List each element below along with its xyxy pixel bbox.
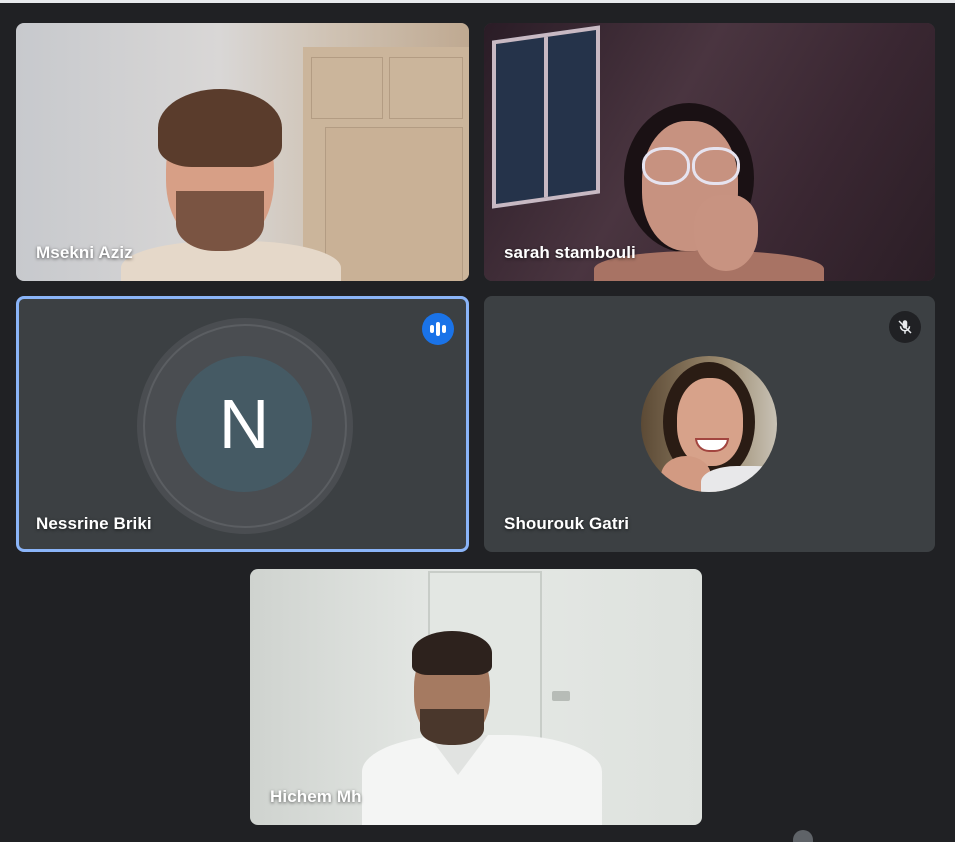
overflow-control[interactable]	[793, 830, 813, 842]
background-wardrobe	[303, 47, 469, 281]
mic-off-icon	[889, 311, 921, 343]
participant-name: Shourouk Gatri	[504, 514, 630, 533]
participant-tile-shourouk-gatri[interactable]: Shourouk Gatri	[484, 296, 935, 552]
profile-photo	[641, 356, 777, 492]
avatar: N	[176, 356, 312, 492]
participant-name: Hichem Mh	[270, 787, 362, 806]
background-window	[492, 25, 600, 209]
participant-name: sarah stambouli	[504, 243, 636, 262]
participant-tile-hichem-mh[interactable]: Hichem Mh	[250, 569, 702, 825]
window-top-edge	[0, 0, 955, 3]
participant-name: Nessrine Briki	[36, 514, 152, 533]
participant-tile-sarah-stambouli[interactable]: sarah stambouli	[484, 23, 935, 281]
participant-tile-msekni-aziz[interactable]: Msekni Aziz	[16, 23, 469, 281]
audio-level-icon	[422, 313, 454, 345]
participant-tile-nessrine-briki[interactable]: N Nessrine Briki	[16, 296, 469, 552]
participant-name: Msekni Aziz	[36, 243, 133, 262]
